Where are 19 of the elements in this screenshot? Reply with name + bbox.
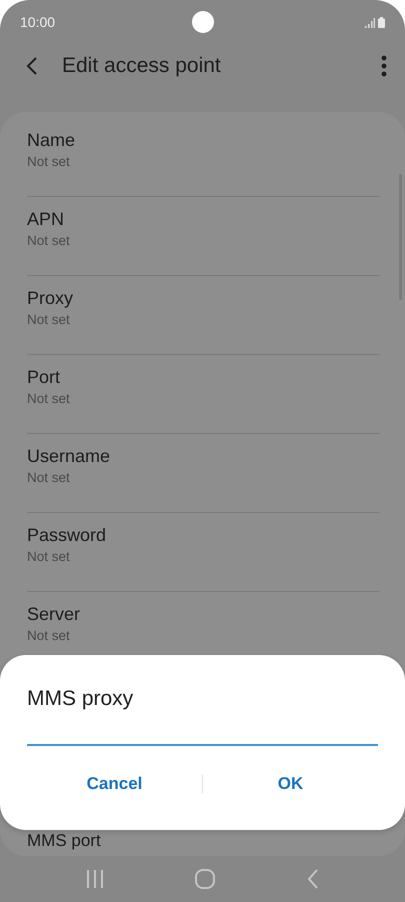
setting-item[interactable]: MMS port bbox=[0, 831, 405, 850]
battery-icon bbox=[378, 16, 385, 28]
dialog-title: MMS proxy bbox=[27, 686, 134, 712]
status-time: 10:00 bbox=[20, 14, 56, 30]
more-options-icon[interactable] bbox=[381, 55, 387, 77]
setting-item[interactable]: APN Not set bbox=[0, 197, 405, 275]
camera-hole-icon bbox=[192, 11, 214, 33]
setting-item[interactable]: Name Not set bbox=[0, 118, 405, 196]
signal-icon bbox=[365, 18, 375, 28]
screen-title: Edit access point bbox=[62, 54, 221, 78]
recents-icon[interactable] bbox=[86, 870, 104, 888]
setting-item[interactable]: Username Not set bbox=[0, 434, 405, 512]
setting-item[interactable]: Port Not set bbox=[0, 355, 405, 433]
dialog-button[interactable]: OK bbox=[203, 766, 378, 802]
back-icon[interactable] bbox=[26, 56, 38, 76]
home-icon[interactable] bbox=[195, 869, 216, 889]
setting-item[interactable]: Proxy Not set bbox=[0, 276, 405, 354]
setting-item[interactable]: Password Not set bbox=[0, 513, 405, 591]
dialog-button[interactable]: Cancel bbox=[27, 766, 202, 802]
